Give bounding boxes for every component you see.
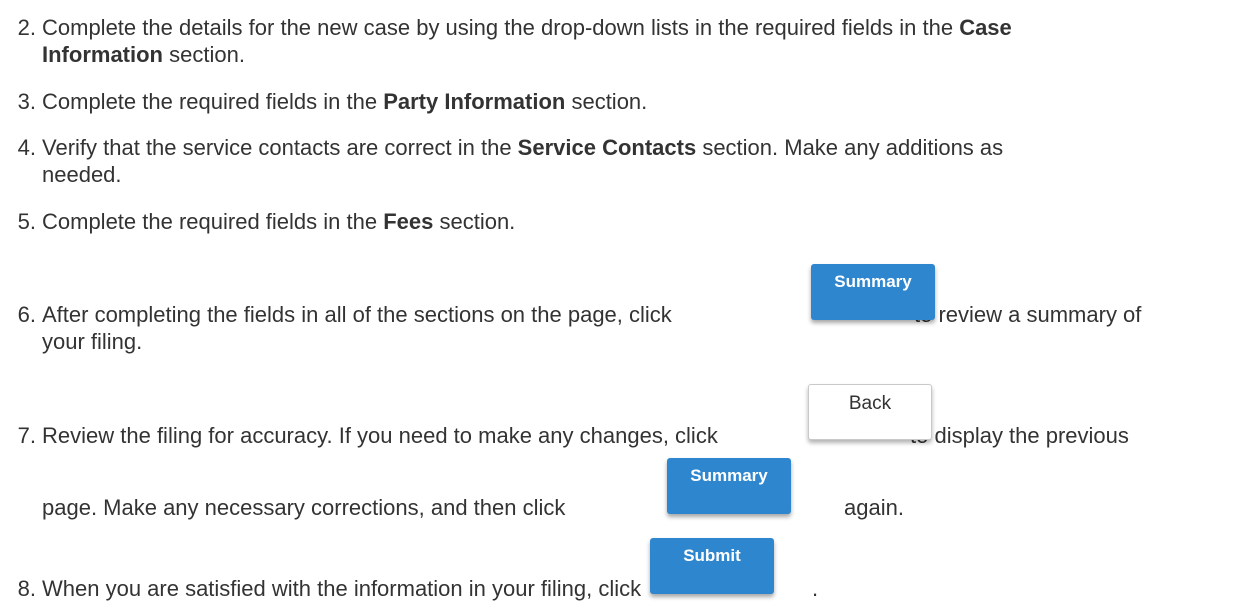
step-text-part: Complete the required fields in the <box>42 89 384 114</box>
step-text-part: When you are satisfied with the informat… <box>42 576 642 601</box>
summary-button[interactable]: Summary <box>811 264 935 320</box>
back-button[interactable]: Back <box>808 384 932 440</box>
step-text-part: Review the filing for accuracy. If you n… <box>42 423 718 448</box>
step-text-part: Complete the details for the new case by… <box>42 15 960 40</box>
step-text-part: needed. <box>42 162 122 187</box>
section-name: Fees <box>383 209 434 234</box>
step-number: 6. <box>17 302 36 327</box>
step-text-part: Complete the required fields in the <box>42 209 384 234</box>
section-name: Case <box>959 15 1012 40</box>
step-text-part: section. <box>433 209 516 234</box>
step-text-part: Verify that the service contacts are cor… <box>42 135 518 160</box>
section-name: Service Contacts <box>517 135 697 160</box>
step-text-part: page. Make any necessary corrections, an… <box>42 495 566 520</box>
step-text-part: After completing the fields in all of th… <box>42 302 672 327</box>
step-number: 5. <box>17 209 36 234</box>
submit-button[interactable]: Submit <box>650 538 774 594</box>
summary-button-again[interactable]: Summary <box>667 458 791 514</box>
section-name: Party Information <box>383 89 566 114</box>
step-text-part: to display the previous <box>910 423 1129 448</box>
step-text-part: again. <box>844 495 904 520</box>
step-text-part: to review a summary of <box>914 302 1142 327</box>
step-text-part: section. <box>163 42 245 67</box>
step-text-part: section. <box>565 89 648 114</box>
step-text-part: . <box>812 576 819 601</box>
step-text-part: section. Make any additions as <box>696 135 1004 160</box>
step-number: 4. <box>17 135 36 160</box>
step-text-part: your filing. <box>42 329 143 354</box>
step-number: 3. <box>17 89 36 114</box>
step-number: 2. <box>17 15 36 40</box>
step-number: 8. <box>17 576 36 601</box>
section-name: Information <box>42 42 163 67</box>
step-number: 7. <box>17 423 36 448</box>
